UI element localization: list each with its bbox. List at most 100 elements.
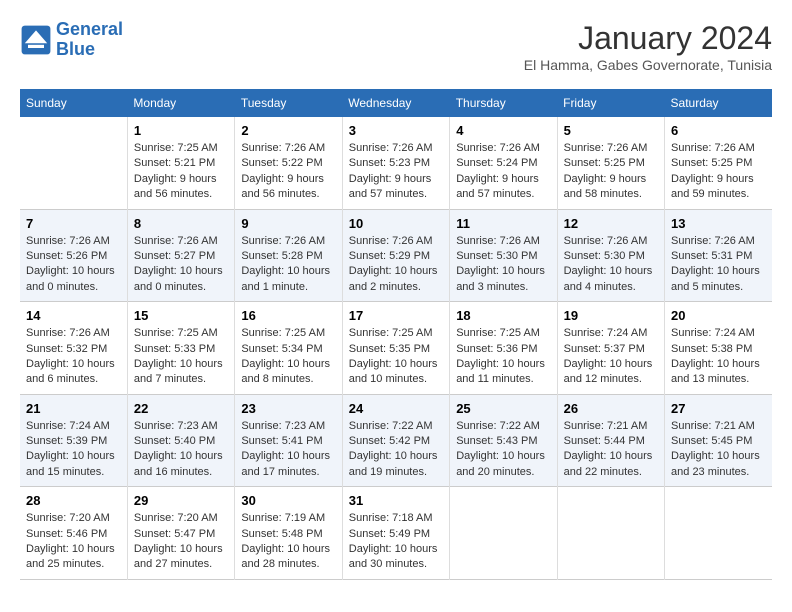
cell-daylight-info: Sunrise: 7:25 AM Sunset: 5:33 PM Dayligh… — [134, 326, 228, 388]
cell-daylight-info: Sunrise: 7:26 AM Sunset: 5:29 PM Dayligh… — [349, 234, 443, 296]
day-number: 24 — [349, 401, 443, 416]
cell-daylight-info: Sunrise: 7:26 AM Sunset: 5:25 PM Dayligh… — [564, 141, 658, 203]
cell-daylight-info: Sunrise: 7:26 AM Sunset: 5:23 PM Dayligh… — [349, 141, 443, 203]
cell-daylight-info: Sunrise: 7:21 AM Sunset: 5:45 PM Dayligh… — [671, 419, 766, 481]
calendar-cell: 30Sunrise: 7:19 AM Sunset: 5:48 PM Dayli… — [235, 487, 342, 580]
day-number: 21 — [26, 401, 121, 416]
day-number: 27 — [671, 401, 766, 416]
calendar-cell: 25 Sunrise: 7:22 AM Sunset: 5:43 PM Dayli… — [450, 394, 557, 487]
day-number: 23 — [241, 401, 335, 416]
calendar-cell: 6 Sunrise: 7:26 AM Sunset: 5:25 PM Daylig… — [665, 117, 772, 209]
calendar-cell: 31 Sunrise: 7:18 AM Sunset: 5:49 PM Dayli… — [342, 487, 449, 580]
calendar-cell: 18 Sunrise: 7:25 AM Sunset: 5:36 PM Dayli… — [450, 302, 557, 395]
day-number: 29 — [134, 493, 228, 508]
cell-daylight-info: Sunrise: 7:26 AM Sunset: 5:30 PM Dayligh… — [456, 234, 550, 296]
week-row-4: 21 Sunrise: 7:24 AM Sunset: 5:39 PM Dayli… — [20, 394, 772, 487]
day-number: 25 — [456, 401, 550, 416]
logo-line2: Blue — [56, 39, 95, 59]
calendar-cell: 1 Sunrise: 7:25 AM Sunset: 5:21 PM Daylig… — [127, 117, 234, 209]
calendar-cell: 26 Sunrise: 7:21 AM Sunset: 5:44 PM Dayli… — [557, 394, 664, 487]
day-number: 8 — [134, 216, 228, 231]
logo-line1: General — [56, 19, 123, 39]
calendar-cell: 4 Sunrise: 7:26 AM Sunset: 5:24 PM Daylig… — [450, 117, 557, 209]
calendar-cell: 5Sunrise: 7:26 AM Sunset: 5:25 PM Daylig… — [557, 117, 664, 209]
day-number: 18 — [456, 308, 550, 323]
cell-daylight-info: Sunrise: 7:19 AM Sunset: 5:48 PM Dayligh… — [241, 511, 335, 573]
weekday-header-sunday: Sunday — [20, 89, 127, 117]
week-row-3: 14 Sunrise: 7:26 AM Sunset: 5:32 PM Dayli… — [20, 302, 772, 395]
calendar-cell: 20 Sunrise: 7:24 AM Sunset: 5:38 PM Dayli… — [665, 302, 772, 395]
cell-daylight-info: Sunrise: 7:26 AM Sunset: 5:27 PM Dayligh… — [134, 234, 228, 296]
cell-daylight-info: Sunrise: 7:25 AM Sunset: 5:35 PM Dayligh… — [349, 326, 443, 388]
calendar-cell: 22 Sunrise: 7:23 AM Sunset: 5:40 PM Dayli… — [127, 394, 234, 487]
calendar-cell: 9 Sunrise: 7:26 AM Sunset: 5:28 PM Daylig… — [235, 209, 342, 302]
weekday-header-tuesday: Tuesday — [235, 89, 342, 117]
day-number: 26 — [564, 401, 658, 416]
day-number: 7 — [26, 216, 121, 231]
day-number: 3 — [349, 123, 443, 138]
cell-daylight-info: Sunrise: 7:24 AM Sunset: 5:39 PM Dayligh… — [26, 419, 121, 481]
day-number: 6 — [671, 123, 766, 138]
cell-daylight-info: Sunrise: 7:26 AM Sunset: 5:25 PM Dayligh… — [671, 141, 766, 203]
cell-daylight-info: Sunrise: 7:23 AM Sunset: 5:41 PM Dayligh… — [241, 419, 335, 481]
day-number: 2 — [241, 123, 335, 138]
calendar-cell: 27 Sunrise: 7:21 AM Sunset: 5:45 PM Dayli… — [665, 394, 772, 487]
cell-daylight-info: Sunrise: 7:25 AM Sunset: 5:21 PM Dayligh… — [134, 141, 228, 203]
weekday-header-friday: Friday — [557, 89, 664, 117]
cell-daylight-info: Sunrise: 7:26 AM Sunset: 5:32 PM Dayligh… — [26, 326, 121, 388]
day-number: 10 — [349, 216, 443, 231]
weekday-header-monday: Monday — [127, 89, 234, 117]
location-subtitle: El Hamma, Gabes Governorate, Tunisia — [524, 57, 772, 73]
calendar-cell: 19Sunrise: 7:24 AM Sunset: 5:37 PM Dayli… — [557, 302, 664, 395]
calendar-cell: 8 Sunrise: 7:26 AM Sunset: 5:27 PM Daylig… — [127, 209, 234, 302]
month-title: January 2024 — [524, 20, 772, 57]
day-number: 12 — [564, 216, 658, 231]
title-block: January 2024 El Hamma, Gabes Governorate… — [524, 20, 772, 73]
weekday-header-thursday: Thursday — [450, 89, 557, 117]
calendar-cell: 17 Sunrise: 7:25 AM Sunset: 5:35 PM Dayli… — [342, 302, 449, 395]
day-number: 19 — [564, 308, 658, 323]
calendar-cell: 24 Sunrise: 7:22 AM Sunset: 5:42 PM Dayli… — [342, 394, 449, 487]
day-number: 31 — [349, 493, 443, 508]
calendar-cell: 14 Sunrise: 7:26 AM Sunset: 5:32 PM Dayli… — [20, 302, 127, 395]
day-number: 17 — [349, 308, 443, 323]
page-header: General Blue January 2024 El Hamma, Gabe… — [20, 20, 772, 73]
calendar-cell: 7 Sunrise: 7:26 AM Sunset: 5:26 PM Daylig… — [20, 209, 127, 302]
calendar-cell: 23 Sunrise: 7:23 AM Sunset: 5:41 PM Dayli… — [235, 394, 342, 487]
calendar-cell: 16Sunrise: 7:25 AM Sunset: 5:34 PM Dayli… — [235, 302, 342, 395]
calendar-cell: 29 Sunrise: 7:20 AM Sunset: 5:47 PM Dayli… — [127, 487, 234, 580]
cell-daylight-info: Sunrise: 7:26 AM Sunset: 5:24 PM Dayligh… — [456, 141, 550, 203]
calendar-cell: 10 Sunrise: 7:26 AM Sunset: 5:29 PM Dayli… — [342, 209, 449, 302]
day-number: 20 — [671, 308, 766, 323]
day-number: 1 — [134, 123, 228, 138]
day-number: 9 — [241, 216, 335, 231]
calendar-cell — [665, 487, 772, 580]
cell-daylight-info: Sunrise: 7:26 AM Sunset: 5:26 PM Dayligh… — [26, 234, 121, 296]
cell-daylight-info: Sunrise: 7:26 AM Sunset: 5:30 PM Dayligh… — [564, 234, 658, 296]
cell-daylight-info: Sunrise: 7:22 AM Sunset: 5:43 PM Dayligh… — [456, 419, 550, 481]
day-number: 4 — [456, 123, 550, 138]
logo-icon — [20, 24, 52, 56]
cell-daylight-info: Sunrise: 7:24 AM Sunset: 5:38 PM Dayligh… — [671, 326, 766, 388]
calendar-table: SundayMondayTuesdayWednesdayThursdayFrid… — [20, 89, 772, 580]
calendar-cell: 28 Sunrise: 7:20 AM Sunset: 5:46 PM Dayli… — [20, 487, 127, 580]
calendar-cell: 3 Sunrise: 7:26 AM Sunset: 5:23 PM Daylig… — [342, 117, 449, 209]
cell-daylight-info: Sunrise: 7:25 AM Sunset: 5:36 PM Dayligh… — [456, 326, 550, 388]
cell-daylight-info: Sunrise: 7:18 AM Sunset: 5:49 PM Dayligh… — [349, 511, 443, 573]
day-number: 28 — [26, 493, 121, 508]
calendar-cell: 2Sunrise: 7:26 AM Sunset: 5:22 PM Daylig… — [235, 117, 342, 209]
day-number: 14 — [26, 308, 121, 323]
cell-daylight-info: Sunrise: 7:26 AM Sunset: 5:28 PM Dayligh… — [241, 234, 335, 296]
weekday-header-row: SundayMondayTuesdayWednesdayThursdayFrid… — [20, 89, 772, 117]
calendar-cell: 11Sunrise: 7:26 AM Sunset: 5:30 PM Dayli… — [450, 209, 557, 302]
weekday-header-saturday: Saturday — [665, 89, 772, 117]
cell-daylight-info: Sunrise: 7:20 AM Sunset: 5:46 PM Dayligh… — [26, 511, 121, 573]
calendar-cell — [20, 117, 127, 209]
cell-daylight-info: Sunrise: 7:22 AM Sunset: 5:42 PM Dayligh… — [349, 419, 443, 481]
cell-daylight-info: Sunrise: 7:26 AM Sunset: 5:31 PM Dayligh… — [671, 234, 766, 296]
cell-daylight-info: Sunrise: 7:23 AM Sunset: 5:40 PM Dayligh… — [134, 419, 228, 481]
cell-daylight-info: Sunrise: 7:21 AM Sunset: 5:44 PM Dayligh… — [564, 419, 658, 481]
cell-daylight-info: Sunrise: 7:20 AM Sunset: 5:47 PM Dayligh… — [134, 511, 228, 573]
week-row-5: 28 Sunrise: 7:20 AM Sunset: 5:46 PM Dayli… — [20, 487, 772, 580]
day-number: 22 — [134, 401, 228, 416]
